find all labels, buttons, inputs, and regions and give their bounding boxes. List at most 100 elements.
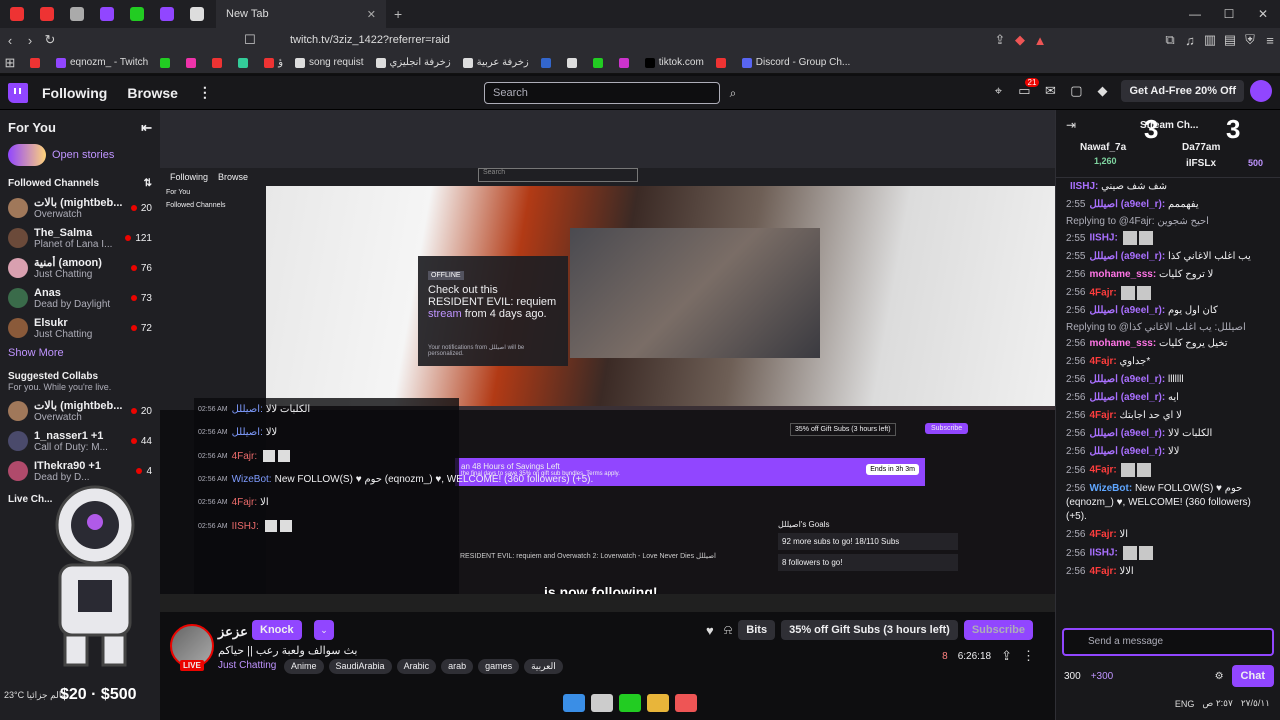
sidebar-channel[interactable]: بالات (mightbeb... Overwatch 20 [0, 193, 160, 223]
bookmark-item[interactable] [212, 57, 226, 68]
apps-icon[interactable]: ⊞ [0, 55, 20, 71]
user-avatar[interactable] [1250, 80, 1272, 102]
leaderboard-user[interactable]: iIFSLx [1186, 158, 1216, 169]
category-link[interactable]: Just Chatting [218, 660, 276, 671]
tag[interactable]: العربية [524, 659, 563, 674]
chat-message[interactable]: 2:56 اصيللل (a9eel_r): ايه [1056, 389, 1280, 407]
bookmark-item[interactable]: ؤ [264, 57, 283, 68]
minimize-button[interactable]: — [1178, 7, 1212, 21]
search-input[interactable]: Search [484, 82, 720, 104]
sidebar-channel[interactable]: أمنية (amoon) Just Chatting 76 [0, 253, 160, 283]
message-user[interactable]: 4Fajr: [1089, 529, 1116, 540]
nav-browse[interactable]: Browse [127, 85, 178, 101]
heart-icon[interactable]: ♥ [706, 623, 714, 638]
collapse-chat-icon[interactable]: ⇥ [1066, 118, 1076, 132]
tab-icon[interactable] [190, 7, 204, 21]
notifications-icon[interactable]: ▭ 21 [1011, 78, 1040, 99]
vpn-icon[interactable]: ⛨ [1240, 32, 1260, 48]
brave-shield-icon[interactable]: ◆ [1010, 32, 1030, 48]
tab-icon[interactable] [100, 7, 114, 21]
gear-icon[interactable]: ⚙ [1215, 671, 1224, 682]
chat-input[interactable]: Send a message [1062, 628, 1274, 656]
reload-icon[interactable]: ↻ [40, 32, 60, 48]
chat-message[interactable]: 2:55 اصيللل (a9eel_r): يفهممم [1056, 196, 1280, 214]
sidebar-channel[interactable]: The_Salma Planet of Lana I... 121 [0, 223, 160, 253]
whispers-icon[interactable]: ✉ [1037, 83, 1063, 99]
open-stories-button[interactable]: Open stories [0, 140, 160, 170]
extensions-icon[interactable]: ⧉ [1160, 32, 1180, 48]
show-more-link[interactable]: Show More [0, 343, 160, 363]
message-user[interactable]: mohame_sss: [1089, 269, 1156, 280]
twitch-logo-icon[interactable] [8, 82, 28, 103]
tag[interactable]: Anime [284, 659, 324, 674]
message-user[interactable]: IISHJ: [1089, 548, 1117, 559]
search-icon[interactable]: ⌕ [722, 82, 744, 104]
bookmark-item[interactable]: Discord - Group Ch... [741, 57, 850, 68]
get-ad-free-button[interactable]: Get Ad-Free 20% Off [1121, 80, 1244, 102]
taskbar-app-icon[interactable] [591, 694, 613, 712]
chat-message[interactable]: 2:56 4Fajr: الا [1056, 526, 1280, 544]
sort-icon[interactable]: ⇅ [144, 178, 152, 189]
message-user[interactable]: اصيللل (a9eel_r): [1089, 251, 1165, 262]
tab-icon[interactable] [160, 7, 174, 21]
chat-send-button[interactable]: Chat [1231, 665, 1274, 687]
message-user[interactable]: 4Fajr: [1089, 465, 1116, 476]
media-icon[interactable]: ♫ [1180, 33, 1200, 48]
tag[interactable]: Arabic [396, 659, 437, 674]
bookmark-icon[interactable]: ☐ [240, 32, 260, 48]
message-user[interactable]: IISHJ: [1089, 233, 1117, 244]
message-user[interactable]: اصيللل (a9eel_r): [1089, 428, 1165, 439]
chat-message[interactable]: 2:56 4Fajr: الالا [1056, 563, 1280, 581]
url-field[interactable]: twitch.tv/3ziz_1422?referrer=raid [290, 34, 990, 46]
tab-icon[interactable] [70, 7, 84, 21]
message-user[interactable]: WizeBot: [1089, 483, 1132, 494]
bookmark-item[interactable] [238, 57, 252, 68]
chat-message[interactable]: 2:56 اصيللل (a9eel_r): الكلبات لالا [1056, 425, 1280, 443]
windows-start-icon[interactable] [563, 694, 585, 712]
chat-bubble-icon[interactable]: ▢ [1063, 83, 1089, 99]
back-icon[interactable]: ‹ [0, 33, 20, 48]
chat-message[interactable]: 2:56 4Fajr: [1056, 461, 1280, 480]
message-user[interactable]: اصيللل (a9eel_r): [1089, 374, 1165, 385]
share-icon[interactable]: ⇪ [990, 32, 1010, 48]
notification-bell-icon[interactable]: ⍾ [724, 622, 733, 638]
message-user[interactable]: اصيللل (a9eel_r): [1089, 305, 1165, 316]
message-user[interactable]: mohame_sss: [1089, 338, 1156, 349]
gem-icon[interactable]: ◆ [1089, 83, 1115, 99]
chat-message[interactable]: 2:56 WizeBot: New FOLLOW(S) ♥ حوم (eqnozm… [1056, 480, 1280, 526]
nav-following[interactable]: Following [42, 85, 107, 101]
sidebar-channel[interactable]: Elsukr Just Chatting 72 [0, 313, 160, 343]
close-window-button[interactable]: ✕ [1246, 7, 1280, 21]
collapse-sidebar-icon[interactable]: ⇤ [141, 120, 152, 136]
chat-message[interactable]: 2:56 mohame_sss: تخيل يروح كليات [1056, 335, 1280, 353]
bookmark-item[interactable]: eqnozm_ - Twitch [56, 57, 148, 68]
chat-message[interactable]: 2:56 4Fajr: [1056, 284, 1280, 303]
sidebar-channel[interactable]: Anas Dead by Daylight 73 [0, 283, 160, 313]
brave-icon[interactable] [675, 694, 697, 712]
bookmark-item[interactable] [30, 57, 44, 68]
crown-icon[interactable]: ⌖ [985, 83, 1011, 99]
subscribe-button[interactable]: Subscribe [963, 620, 1033, 640]
message-user[interactable]: اصيللل (a9eel_r): [1089, 199, 1165, 210]
tag[interactable]: games [478, 659, 520, 674]
language-indicator[interactable]: ENG [1175, 699, 1195, 709]
message-user[interactable]: 4Fajr: [1089, 410, 1116, 421]
channel-points[interactable]: 300 [1064, 671, 1081, 682]
chat-message[interactable]: 2:56 mohame_sss: لا تروح كليات [1056, 266, 1280, 284]
bookmark-item[interactable]: زخرفة انجليزي [375, 57, 451, 68]
bookmark-item[interactable]: song requist [295, 57, 364, 68]
xbox-icon[interactable] [619, 694, 641, 712]
more-icon[interactable]: ⋮ [198, 84, 212, 101]
chat-message[interactable]: 2:56 اصيللل (a9eel_r): lllllll [1056, 371, 1280, 389]
chat-message[interactable]: 2:55 اصيللل (a9eel_r): يب اغلب الاغاني كذ… [1056, 248, 1280, 266]
message-user[interactable]: اصيللل (a9eel_r): [1089, 446, 1165, 457]
tab-icon[interactable] [130, 7, 144, 21]
message-user[interactable]: 4Fajr: [1089, 287, 1116, 298]
bookmark-item[interactable]: tiktok.com [644, 57, 704, 68]
bookmark-item[interactable] [540, 57, 555, 68]
chat-message[interactable]: 2:56 اصيللل (a9eel_r): كان اول يوم [1056, 302, 1280, 320]
share-icon[interactable]: ⇪ [1001, 648, 1012, 664]
message-user[interactable]: IISHJ: [1070, 181, 1098, 192]
leaderboard-user[interactable]: Da77am [1182, 142, 1220, 153]
tag[interactable]: SaudiArabia [328, 659, 392, 674]
